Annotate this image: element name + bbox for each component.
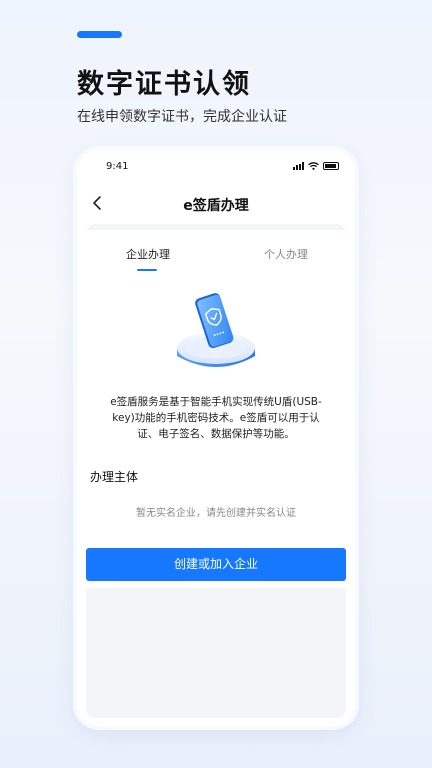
signal-icon	[293, 162, 304, 170]
battery-icon	[323, 162, 339, 170]
section-title: 办理主体	[90, 470, 139, 484]
tab-enterprise[interactable]: 企业办理	[126, 246, 170, 262]
tab-bar: 企业办理 个人办理	[86, 236, 346, 272]
content-card: 企业办理 个人办理 e签盾服务是基于智能手机实现传统U盾(USB-key)功能的…	[86, 224, 346, 718]
phone-mockup: 9:41 e签盾办理 企业办理 个人办理 e签盾服务是基于智能手机实现传统U盾(…	[77, 150, 355, 726]
phone-shield-illustration	[177, 293, 255, 367]
tab-indicator	[137, 269, 157, 271]
status-time: 9:41	[106, 161, 129, 172]
status-icons	[293, 162, 339, 170]
service-description: e签盾服务是基于智能手机实现传统U盾(USB-key)功能的手机密码技术。e签盾…	[110, 396, 322, 440]
create-or-join-enterprise-button[interactable]: 创建或加入企业	[86, 548, 346, 581]
nav-title: e签盾办理	[183, 198, 249, 214]
wifi-icon	[308, 162, 319, 170]
empty-state-hint: 暂无实名企业，请先创建并实名认证	[136, 508, 296, 519]
tab-personal[interactable]: 个人办理	[264, 246, 308, 262]
hero-title: 数字证书认领	[77, 69, 251, 100]
content-panel: 企业办理 个人办理 e签盾服务是基于智能手机实现传统U盾(USB-key)功能的…	[86, 230, 346, 588]
status-bar: 9:41	[77, 150, 355, 184]
hero-subtitle: 在线申领数字证书，完成企业认证	[77, 109, 287, 125]
nav-bar: e签盾办理	[77, 188, 355, 220]
accent-bar	[77, 31, 122, 38]
